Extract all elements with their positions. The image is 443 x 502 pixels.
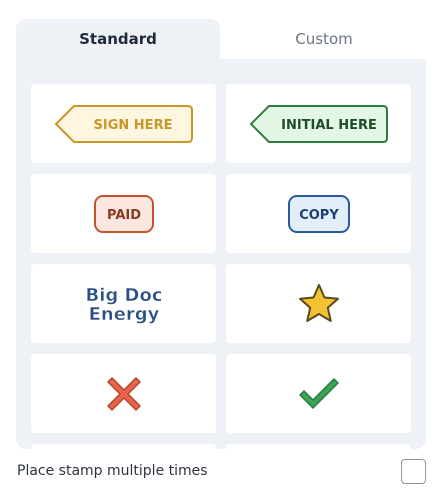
sign-here-label: SIGN HERE [93,118,172,133]
stamp-tile-star[interactable] [226,264,411,343]
sign-here-stamp: SIGN HERE [54,104,193,143]
stamp-tile-partial-right[interactable] [226,444,411,449]
initial-here-stamp: INITIAL HERE [249,104,388,143]
paid-label: PAID [106,208,140,223]
checkmark-icon [298,377,339,409]
bde-line1: Big Doc [85,285,162,306]
paid-stamp: PAID [93,194,154,233]
stamp-tile-big-doc-energy[interactable]: Big Doc Energy [31,264,216,343]
place-multiple-label: Place stamp multiple times [17,463,208,479]
copy-label: COPY [299,208,339,223]
big-doc-energy-stamp: Big Doc Energy [85,284,163,325]
stamp-tile-paid[interactable]: PAID [31,174,216,253]
tab-standard[interactable]: Standard [16,19,220,59]
stamp-grid-panel: SIGN HERE INITIAL HERE PAID COPY Big Doc… [16,59,426,449]
stamp-tile-initial-here[interactable]: INITIAL HERE [226,84,411,163]
stamp-tile-x-mark[interactable] [31,354,216,433]
stamp-tile-checkmark[interactable] [226,354,411,433]
bde-line2: Energy [88,304,159,325]
stamp-tile-partial-left[interactable] [31,444,216,449]
initial-here-label: INITIAL HERE [281,118,377,133]
stamp-tile-sign-here[interactable]: SIGN HERE [31,84,216,163]
stamp-tabs: Standard Custom [16,19,426,59]
place-multiple-checkbox[interactable] [401,459,426,484]
stamp-tile-copy[interactable]: COPY [226,174,411,253]
star-icon [298,283,339,322]
tab-custom[interactable]: Custom [222,19,426,59]
copy-stamp: COPY [287,194,350,233]
x-mark-icon [106,376,141,411]
